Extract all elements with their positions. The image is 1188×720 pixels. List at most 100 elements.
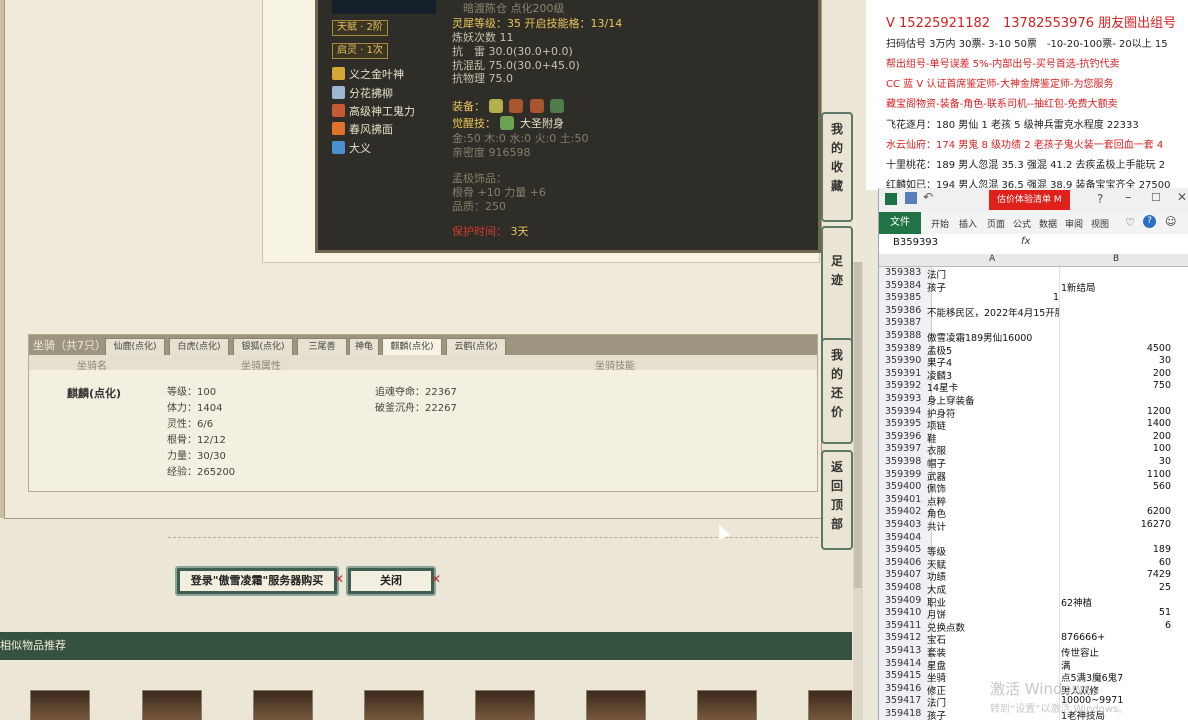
cell-b[interactable] xyxy=(1061,494,1171,507)
row-number[interactable]: 359392 xyxy=(879,380,932,393)
cell-a[interactable]: 凌麟3 xyxy=(927,367,1060,381)
cell-a[interactable]: 套装 xyxy=(927,645,1060,658)
cell-b[interactable] xyxy=(1061,330,1171,343)
cell-a[interactable]: 角色 xyxy=(927,506,1060,519)
item-avatar[interactable] xyxy=(586,690,646,720)
undo-icon[interactable]: ↶ xyxy=(923,190,933,204)
mount-tab[interactable]: 神龟 xyxy=(349,338,379,356)
cell-a[interactable]: 果子4 xyxy=(927,355,1060,368)
maximize-icon[interactable]: ☐ xyxy=(1151,191,1161,204)
sheet-row[interactable]: 359390 果子4 30 xyxy=(879,355,1188,368)
cell-a[interactable]: 月饼 xyxy=(927,607,1060,620)
sheet-row[interactable]: 359412 宝石 876666+ xyxy=(879,632,1188,645)
mount-tab[interactable]: 仙鹿(点化) xyxy=(105,338,165,356)
close-window-icon[interactable]: ✕ xyxy=(1177,190,1187,204)
cell-b[interactable]: 传世容止 xyxy=(1061,645,1171,658)
cell-a[interactable]: 护身符 xyxy=(927,405,1060,419)
help-icon[interactable]: ? xyxy=(1097,192,1103,206)
cell-a[interactable]: 法门 xyxy=(927,267,1060,280)
cell-b[interactable]: 200 xyxy=(1061,431,1171,444)
sheet-row[interactable]: 359399 武器 1100 xyxy=(879,468,1188,482)
smile-icon[interactable]: ☺ xyxy=(1165,215,1176,228)
row-number[interactable]: 359394 xyxy=(879,405,932,419)
cell-a[interactable]: 14星卡 xyxy=(927,380,1060,393)
login-buy-button[interactable]: 登录"傲雪凌霜"服务器购买 xyxy=(175,566,339,596)
equip-slot-icon[interactable] xyxy=(488,99,503,113)
item-avatar[interactable] xyxy=(364,690,424,720)
row-number[interactable]: 359388 xyxy=(879,330,932,343)
row-number[interactable]: 359396 xyxy=(879,430,932,444)
mount-tab-active[interactable]: 麒麟(点化) xyxy=(382,338,442,356)
item-avatar[interactable] xyxy=(253,690,313,720)
sheet-row[interactable]: 359394 护身符 1200 xyxy=(879,405,1188,419)
sheet-row[interactable]: 359403 共计 16270 xyxy=(879,519,1188,532)
sheet-row[interactable]: 359405 等级 189 xyxy=(879,544,1188,557)
sheet-row[interactable]: 359391 凌麟3 200 xyxy=(879,367,1188,381)
cell-a[interactable]: 等级 xyxy=(927,544,1060,557)
sheet-row[interactable]: 359392 14星卡 750 xyxy=(879,380,1188,393)
cell-b[interactable]: 16270 xyxy=(1061,519,1171,532)
cell-b[interactable]: 189 xyxy=(1061,544,1171,557)
row-number[interactable]: 359385 xyxy=(879,292,932,305)
sheet-row[interactable]: 359393 身上穿装备 xyxy=(879,393,1188,406)
sheet-row[interactable]: 359395 项链 1400 xyxy=(879,418,1188,431)
my-bargain-button[interactable]: 我的还价 xyxy=(821,338,853,444)
cell-b[interactable]: 满 xyxy=(1061,658,1171,671)
sheet-row[interactable]: 359404 xyxy=(879,531,1188,545)
row-number[interactable]: 359393 xyxy=(879,393,932,406)
equip-slot-icon[interactable] xyxy=(550,99,564,113)
cell-a[interactable]: 傲雪凌霜189男仙16000 xyxy=(927,330,1060,343)
mount-tab[interactable]: 三尾善 xyxy=(297,338,347,356)
row-number[interactable]: 359406 xyxy=(879,556,932,570)
cell-a[interactable]: 1 xyxy=(927,292,1060,305)
cell-b[interactable]: 7429 xyxy=(1061,569,1171,582)
save-icon[interactable] xyxy=(905,192,917,204)
cell-b[interactable]: 30 xyxy=(1061,355,1171,368)
row-number[interactable]: 359414 xyxy=(879,657,932,671)
cell-b[interactable]: 30 xyxy=(1061,456,1171,469)
cell-a[interactable]: 武器 xyxy=(927,468,1060,482)
item-avatar[interactable] xyxy=(808,690,852,720)
close-button[interactable]: 关闭 xyxy=(346,566,436,596)
cell-a[interactable]: 衣服 xyxy=(927,443,1060,456)
ribbon-tab[interactable]: 插入 xyxy=(959,217,977,230)
my-favorites-button[interactable]: 我的收藏 xyxy=(821,112,853,222)
cell-a[interactable]: 宝石 xyxy=(927,632,1060,645)
cell-b[interactable]: 1100 xyxy=(1061,469,1171,482)
sheet-row[interactable]: 359407 功绩 7429 xyxy=(879,569,1188,582)
sheet-row[interactable]: 359401 点粹 xyxy=(879,493,1188,507)
cell-b[interactable]: 1200 xyxy=(1061,406,1171,419)
cell-b[interactable] xyxy=(1061,267,1171,280)
cell-b[interactable]: 560 xyxy=(1061,481,1171,494)
row-number[interactable]: 359408 xyxy=(879,582,932,595)
row-number[interactable]: 359395 xyxy=(879,418,932,431)
row-number[interactable]: 359410 xyxy=(879,607,932,620)
row-number[interactable]: 359386 xyxy=(879,304,932,318)
ribbon-tab[interactable]: 页面 xyxy=(987,217,1005,230)
scrollbar-thumb[interactable] xyxy=(854,262,862,588)
cell-a[interactable]: 星盘 xyxy=(927,657,1060,671)
item-avatar[interactable] xyxy=(142,690,202,720)
equip-slot-icon[interactable] xyxy=(529,99,544,113)
row-number[interactable]: 359390 xyxy=(879,355,932,368)
ribbon-tab[interactable]: 开始 xyxy=(931,217,949,230)
cell-b[interactable] xyxy=(1061,317,1171,330)
sheet-row[interactable]: 359413 套装 传世容止 xyxy=(879,645,1188,658)
mount-tab[interactable]: 银狐(点化) xyxy=(233,338,293,356)
ribbon-tab[interactable]: 视图 xyxy=(1091,217,1109,230)
sheet-row[interactable]: 359398 帽子 30 xyxy=(879,456,1188,469)
sheet-row[interactable]: 359411 兑换点数 6 xyxy=(879,619,1188,633)
cell-b[interactable]: 4500 xyxy=(1061,343,1171,356)
cell-a[interactable]: 帽子 xyxy=(927,456,1060,469)
row-number[interactable]: 359412 xyxy=(879,632,932,645)
sheet-row[interactable]: 359383 法门 xyxy=(879,267,1188,280)
row-number[interactable]: 359407 xyxy=(879,569,932,582)
cell-a[interactable]: 不能移民区，2022年4月15开服，克火抽，装备宝宝齐全 xyxy=(927,304,1060,318)
cell-b[interactable]: 1新结局 xyxy=(1061,280,1171,293)
cell-a[interactable]: 佩饰 xyxy=(927,481,1060,494)
row-number[interactable]: 359401 xyxy=(879,493,932,507)
row-number[interactable]: 359404 xyxy=(879,531,932,545)
heart-icon[interactable]: ♡ xyxy=(1125,216,1135,229)
row-number[interactable]: 359411 xyxy=(879,619,932,633)
sheet-row[interactable]: 359406 天赋 60 xyxy=(879,556,1188,570)
